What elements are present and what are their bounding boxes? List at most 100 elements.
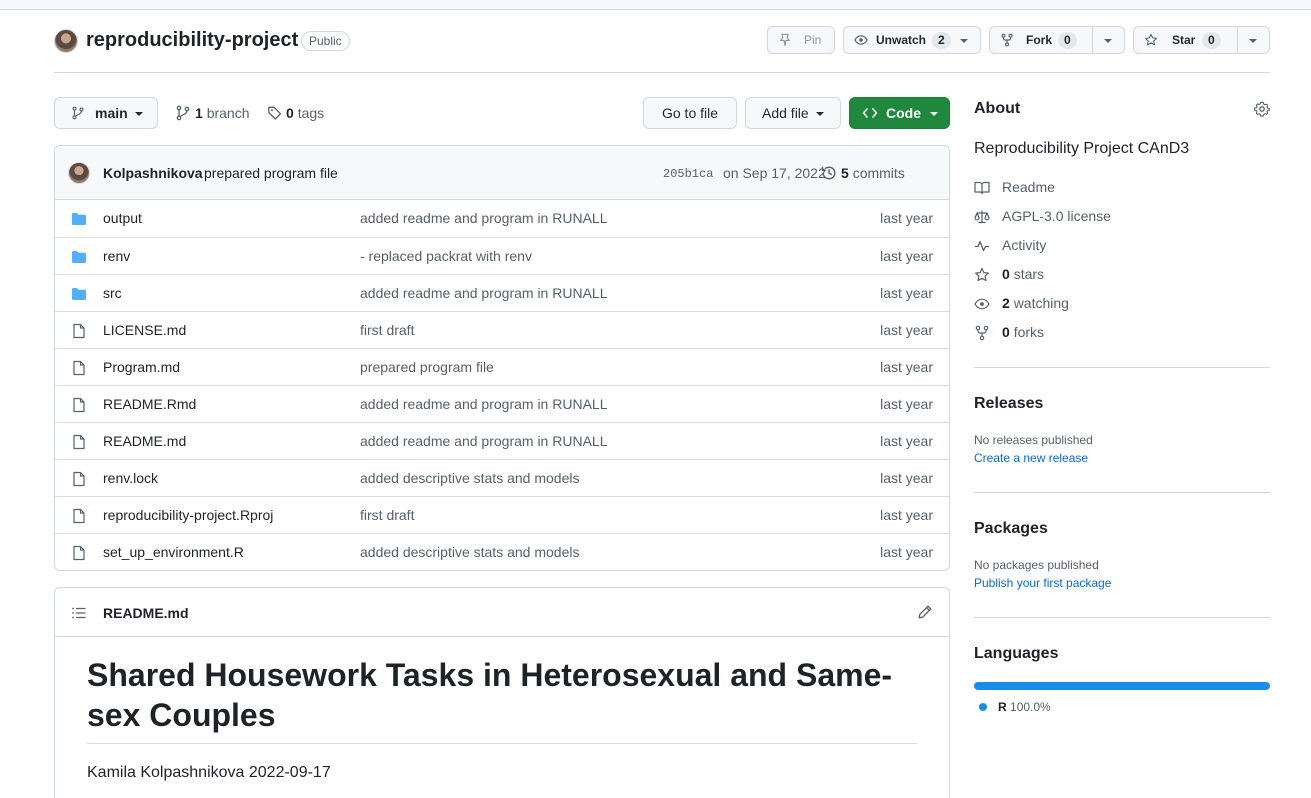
fork-divider [1092, 27, 1093, 53]
file-commit-message-link[interactable]: added descriptive stats and models [360, 544, 579, 560]
commit-date: on Sep 17, 2022 [723, 165, 826, 181]
releases-heading[interactable]: Releases [974, 395, 1043, 413]
file-age: last year [880, 433, 933, 449]
star-divider [1237, 27, 1238, 53]
file-name-link[interactable]: Program.md [103, 359, 180, 375]
file-commit-message-link[interactable]: added readme and program in RUNALL [360, 285, 607, 301]
author-avatar[interactable] [68, 162, 90, 184]
law-icon [974, 210, 990, 224]
owner-avatar[interactable] [54, 29, 78, 53]
branch-select-button[interactable]: main [54, 97, 158, 129]
readme-link-label: Readme [1002, 179, 1055, 195]
file-age: last year [880, 210, 933, 226]
commit-author-link[interactable]: Kolpashnikova [103, 165, 203, 181]
tags-label: tags [297, 105, 325, 121]
file-row[interactable]: renv - replaced packrat with renv last y… [55, 237, 949, 274]
file-row[interactable]: renv.lock added descriptive stats and mo… [55, 459, 949, 496]
repo-name-link[interactable]: reproducibility-project [86, 29, 298, 52]
file-commit-message-link[interactable]: added readme and program in RUNALL [360, 433, 607, 449]
readme-byline: Kamila Kolpashnikova 2022-09-17 [87, 764, 331, 781]
pin-button[interactable]: Pin [767, 26, 835, 54]
file-name-link[interactable]: renv.lock [103, 470, 158, 486]
pencil-icon[interactable] [917, 604, 933, 620]
file-commit-message-link[interactable]: first draft [360, 507, 414, 523]
file-row[interactable]: output added readme and program in RUNAL… [55, 200, 949, 237]
code-button[interactable]: Code [849, 97, 950, 129]
packages-heading[interactable]: Packages [974, 520, 1048, 538]
list-unordered-icon[interactable] [71, 605, 87, 621]
file-row[interactable]: src added readme and program in RUNALL l… [55, 274, 949, 311]
language-dot-r [979, 703, 987, 711]
file-name-link[interactable]: README.Rmd [103, 396, 196, 412]
file-name-link[interactable]: README.md [103, 433, 186, 449]
top-nav-strip [0, 0, 1311, 10]
file-commit-message-link[interactable]: added readme and program in RUNALL [360, 210, 607, 226]
watching-label: watching [1013, 295, 1069, 311]
forks-label: forks [1013, 324, 1045, 340]
file-commit-message-link[interactable]: prepared program file [360, 359, 494, 375]
create-release-link[interactable]: Create a new release [974, 451, 1088, 465]
star-count: 0 [1202, 32, 1221, 49]
go-to-file-button[interactable]: Go to file [643, 97, 737, 129]
sidebar-divider [974, 367, 1270, 368]
file-age: last year [880, 248, 933, 264]
pin-icon [780, 33, 790, 47]
gear-icon[interactable] [1254, 101, 1270, 117]
unwatch-label: Unwatch [876, 33, 927, 47]
readme-filename-link[interactable]: README.md [103, 605, 189, 621]
history-icon [821, 166, 836, 180]
commits-history-link[interactable]: 5 commits [821, 165, 905, 181]
branch-icon [176, 105, 190, 121]
branches-count: 1 [195, 105, 203, 121]
file-commit-message-link[interactable]: added descriptive stats and models [360, 470, 579, 486]
pin-label: Pin [804, 33, 822, 47]
branch-name: main [95, 105, 128, 121]
file-name-link[interactable]: output [103, 210, 142, 226]
header-divider [54, 72, 1270, 73]
file-row[interactable]: README.md added readme and program in RU… [55, 422, 949, 459]
file-row[interactable]: Program.md prepared program file last ye… [55, 348, 949, 385]
chevron-down-icon [135, 112, 143, 116]
folder-icon [72, 251, 86, 263]
releases-empty-text: No releases published [974, 433, 1093, 447]
chevron-down-icon[interactable] [1104, 39, 1112, 43]
chevron-down-icon[interactable] [1249, 39, 1257, 43]
fork-button[interactable]: Fork 0 [989, 26, 1125, 54]
stars-label: stars [1013, 266, 1045, 282]
publish-package-link[interactable]: Publish your first package [974, 576, 1111, 590]
star-button[interactable]: Star 0 [1133, 26, 1270, 54]
chevron-down-icon [816, 112, 824, 116]
file-icon [73, 471, 85, 487]
code-icon [862, 108, 878, 118]
commits-label: commits [852, 165, 905, 181]
commit-message-link[interactable]: prepared program file [204, 165, 338, 181]
file-row[interactable]: README.Rmd added readme and program in R… [55, 385, 949, 422]
eye-icon [974, 298, 990, 310]
unwatch-button[interactable]: Unwatch 2 [843, 26, 981, 54]
file-age: last year [880, 470, 933, 486]
file-name-link[interactable]: renv [103, 248, 130, 264]
code-label: Code [886, 105, 921, 121]
file-name-link[interactable]: set_up_environment.R [103, 544, 244, 560]
readme-header: README.md [55, 588, 949, 637]
file-name-link[interactable]: LICENSE.md [103, 322, 186, 338]
latest-commit-bar: Kolpashnikova prepared program file 205b… [55, 146, 949, 200]
readme-heading: Shared Housework Tasks in Heterosexual a… [87, 657, 893, 733]
chevron-down-icon[interactable] [960, 39, 968, 43]
repo-description: Reproducibility Project CAnD3 [974, 140, 1190, 157]
file-row[interactable]: LICENSE.md first draft last year [55, 311, 949, 348]
language-r-link[interactable]: R 100.0% [998, 700, 1051, 714]
watch-count: 2 [932, 32, 951, 49]
file-row[interactable]: set_up_environment.R added descriptive s… [55, 533, 949, 570]
file-commit-message-link[interactable]: added readme and program in RUNALL [360, 396, 607, 412]
file-name-link[interactable]: reproducibility-project.Rproj [103, 507, 273, 523]
language-percent: 100.0% [1010, 700, 1051, 714]
fork-count: 0 [1058, 32, 1077, 49]
add-file-button[interactable]: Add file [745, 97, 841, 129]
file-commit-message-link[interactable]: first draft [360, 322, 414, 338]
commit-sha-link[interactable]: 205b1ca [663, 167, 713, 181]
star-icon [975, 267, 989, 282]
file-name-link[interactable]: src [103, 285, 122, 301]
file-row[interactable]: reproducibility-project.Rproj first draf… [55, 496, 949, 533]
file-commit-message-link[interactable]: - replaced packrat with renv [360, 248, 532, 264]
